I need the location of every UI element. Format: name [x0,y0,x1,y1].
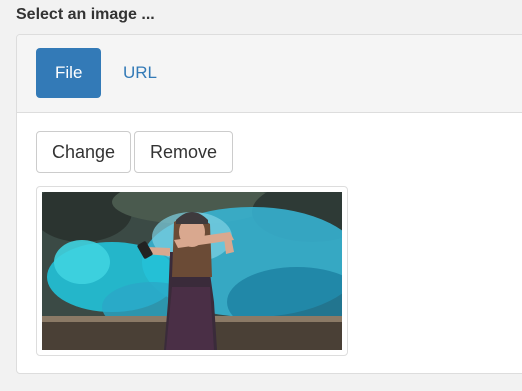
preview-photo-illustration [42,192,342,350]
page-title: Select an image ... [16,6,155,23]
image-preview [42,192,342,350]
image-selector-panel: File URL Change Remove [16,34,522,374]
tab-file[interactable]: File [36,48,102,98]
change-button[interactable]: Change [36,131,132,173]
tab-url[interactable]: URL [104,48,176,98]
image-preview-frame [36,186,348,356]
remove-button[interactable]: Remove [134,131,234,173]
source-tab-bar: File URL [17,35,522,113]
